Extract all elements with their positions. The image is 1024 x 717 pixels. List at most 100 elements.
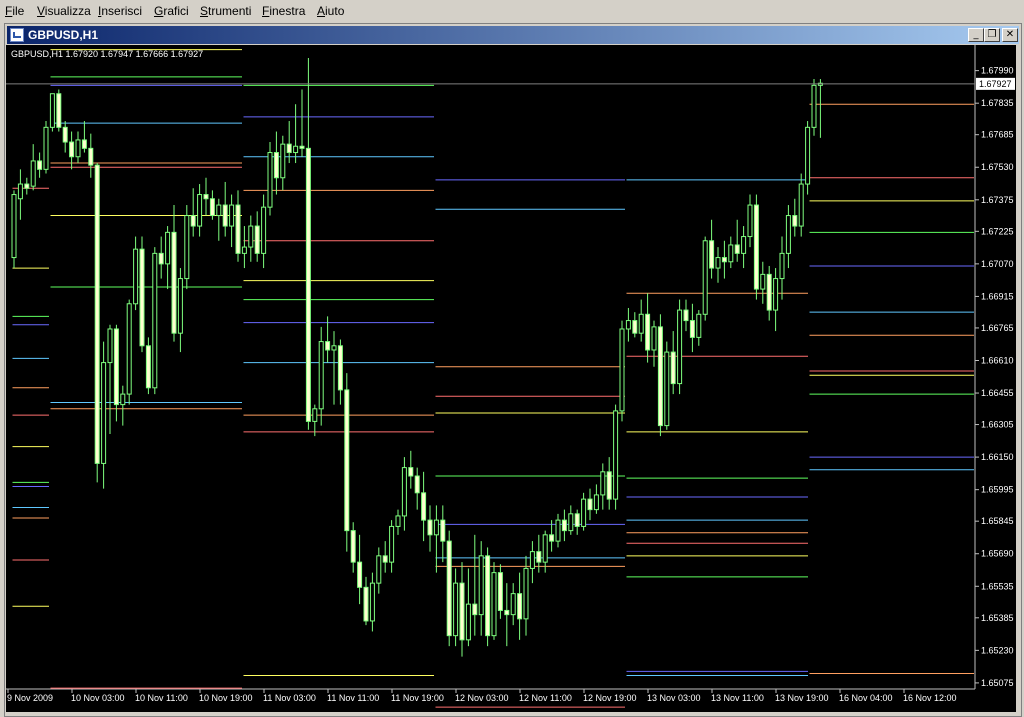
candle-body bbox=[139, 248, 145, 347]
candle-body bbox=[165, 231, 171, 265]
candle-body bbox=[664, 351, 670, 427]
candle-body bbox=[286, 143, 292, 154]
y-tick-label: 1.66610 bbox=[981, 355, 1014, 365]
candle-body bbox=[350, 530, 356, 563]
candle-body bbox=[600, 471, 606, 496]
candle-body bbox=[11, 194, 17, 259]
candle-body bbox=[734, 244, 740, 254]
candle-body bbox=[369, 582, 375, 622]
x-tick-label: 10 Nov 19:00 bbox=[199, 693, 253, 703]
candle-body bbox=[587, 498, 593, 511]
candle-body bbox=[113, 328, 119, 406]
candle-body bbox=[446, 540, 452, 637]
candle-body bbox=[75, 139, 81, 158]
candle-body bbox=[561, 519, 567, 532]
y-tick-label: 1.65535 bbox=[981, 581, 1014, 591]
x-tick-label: 9 Nov 2009 bbox=[7, 693, 53, 703]
y-tick-label: 1.65230 bbox=[981, 645, 1014, 655]
y-tick-label: 1.66150 bbox=[981, 452, 1014, 462]
menu-inserisci[interactable]: Inserisci bbox=[98, 4, 142, 18]
candle-body bbox=[337, 345, 343, 391]
candle-body bbox=[235, 204, 241, 254]
window-title: GBPUSD,H1 bbox=[28, 28, 99, 42]
price-chart[interactable]: 1.67990 1.67835 1.67685 1.67530 1.67375 1.672… bbox=[6, 45, 1016, 712]
candle-body bbox=[753, 204, 759, 290]
candle-body bbox=[517, 593, 523, 620]
candle-body bbox=[497, 572, 503, 611]
candle-body bbox=[792, 215, 798, 227]
candle-body bbox=[197, 194, 203, 227]
candle-body bbox=[728, 244, 734, 263]
candle-body bbox=[715, 257, 721, 269]
candle-body bbox=[593, 494, 599, 511]
y-tick-label: 1.65385 bbox=[981, 613, 1014, 623]
menu-strumenti[interactable]: Strumenti bbox=[200, 4, 251, 18]
candle-body bbox=[133, 248, 139, 305]
y-tick-label: 1.66455 bbox=[981, 388, 1014, 398]
y-tick-label: 1.65075 bbox=[981, 678, 1014, 688]
candle-body bbox=[101, 362, 107, 464]
minimize-icon[interactable]: _ bbox=[968, 28, 984, 42]
candle-body bbox=[465, 603, 471, 641]
y-tick-label: 1.67375 bbox=[981, 195, 1014, 205]
candle-body bbox=[811, 84, 817, 128]
candle-body bbox=[683, 309, 689, 322]
candle-body bbox=[453, 582, 459, 637]
restore-icon[interactable]: ❐ bbox=[984, 28, 1000, 42]
current-price-label: 1.67927 bbox=[979, 79, 1012, 89]
x-tick-label: 12 Nov 19:00 bbox=[583, 693, 637, 703]
candle-body bbox=[485, 555, 491, 637]
y-tick-label: 1.66305 bbox=[981, 420, 1014, 430]
menu-file[interactable]: File bbox=[5, 4, 24, 18]
candle-body bbox=[536, 551, 542, 563]
candle-body bbox=[395, 515, 401, 527]
window-titlebar[interactable]: GBPUSD,H1 _ ❐ ✕ bbox=[7, 26, 1019, 44]
candle-body bbox=[491, 572, 497, 637]
candle-body bbox=[43, 126, 49, 170]
menu-grafici[interactable]: Grafici bbox=[154, 4, 189, 18]
x-tick-label: 11 Nov 19:00 bbox=[391, 693, 444, 703]
candle-body bbox=[389, 525, 395, 563]
candle-body bbox=[145, 345, 151, 389]
close-icon[interactable]: ✕ bbox=[1002, 28, 1018, 42]
x-tick-label: 10 Nov 11:00 bbox=[135, 693, 188, 703]
candle-body bbox=[632, 320, 638, 334]
menu-visualizza[interactable]: Visualizza bbox=[37, 4, 91, 18]
menu-finestra[interactable]: Finestra bbox=[262, 4, 305, 18]
candle-body bbox=[261, 206, 267, 254]
candle-body bbox=[619, 328, 625, 412]
candle-body bbox=[638, 313, 644, 334]
x-tick-label: 12 Nov 03:00 bbox=[455, 693, 509, 703]
chart-info-label: GBPUSD,H1 1.67920 1.67947 1.67666 1.6792… bbox=[11, 49, 203, 59]
candle-body bbox=[126, 303, 132, 395]
candle-body bbox=[651, 326, 657, 351]
y-tick-label: 1.67530 bbox=[981, 162, 1014, 172]
x-tick-label: 13 Nov 03:00 bbox=[647, 693, 701, 703]
candle-body bbox=[766, 273, 772, 311]
candle-body bbox=[376, 555, 382, 584]
candle-body bbox=[190, 215, 196, 227]
candle-body bbox=[459, 582, 465, 641]
candle-body bbox=[363, 586, 369, 622]
candle-body bbox=[107, 328, 113, 364]
candle-body bbox=[318, 341, 324, 410]
menu-aiuto[interactable]: Aiuto bbox=[317, 4, 344, 18]
candle-body bbox=[414, 475, 420, 494]
candle-body bbox=[433, 519, 439, 536]
candle-body bbox=[606, 471, 612, 500]
y-tick-label: 1.67685 bbox=[981, 130, 1014, 140]
menu-bar: File Visualizza Inserisci Grafici Strume… bbox=[0, 0, 1024, 21]
candle-body bbox=[222, 204, 228, 227]
candle-body bbox=[325, 341, 331, 351]
candle-body bbox=[344, 389, 350, 532]
x-tick-label: 16 Nov 04:00 bbox=[839, 693, 893, 703]
candle-body bbox=[49, 93, 55, 128]
candle-body bbox=[94, 164, 100, 464]
candle-body bbox=[177, 278, 183, 334]
candle-body bbox=[747, 204, 753, 238]
candle-body bbox=[273, 152, 279, 179]
candle-body bbox=[24, 183, 30, 189]
candlestick-chart-svg[interactable]: 1.67990 1.67835 1.67685 1.67530 1.67375 1.672… bbox=[6, 45, 1016, 712]
y-tick-label: 1.67990 bbox=[981, 66, 1014, 76]
candle-body bbox=[305, 147, 311, 422]
